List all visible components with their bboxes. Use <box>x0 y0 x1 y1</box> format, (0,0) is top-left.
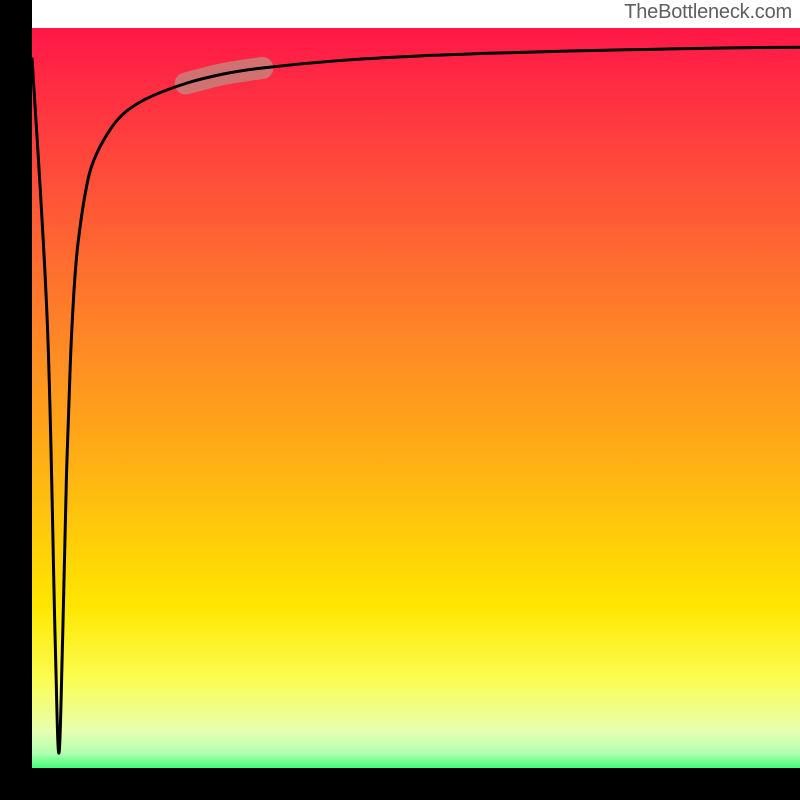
chart-svg <box>32 0 800 800</box>
bottleneck-curve <box>32 47 800 753</box>
y-axis <box>0 0 32 800</box>
curve-group <box>32 47 800 753</box>
chart-container: TheBottleneck.com <box>0 0 800 800</box>
attribution-label: TheBottleneck.com <box>624 1 792 24</box>
